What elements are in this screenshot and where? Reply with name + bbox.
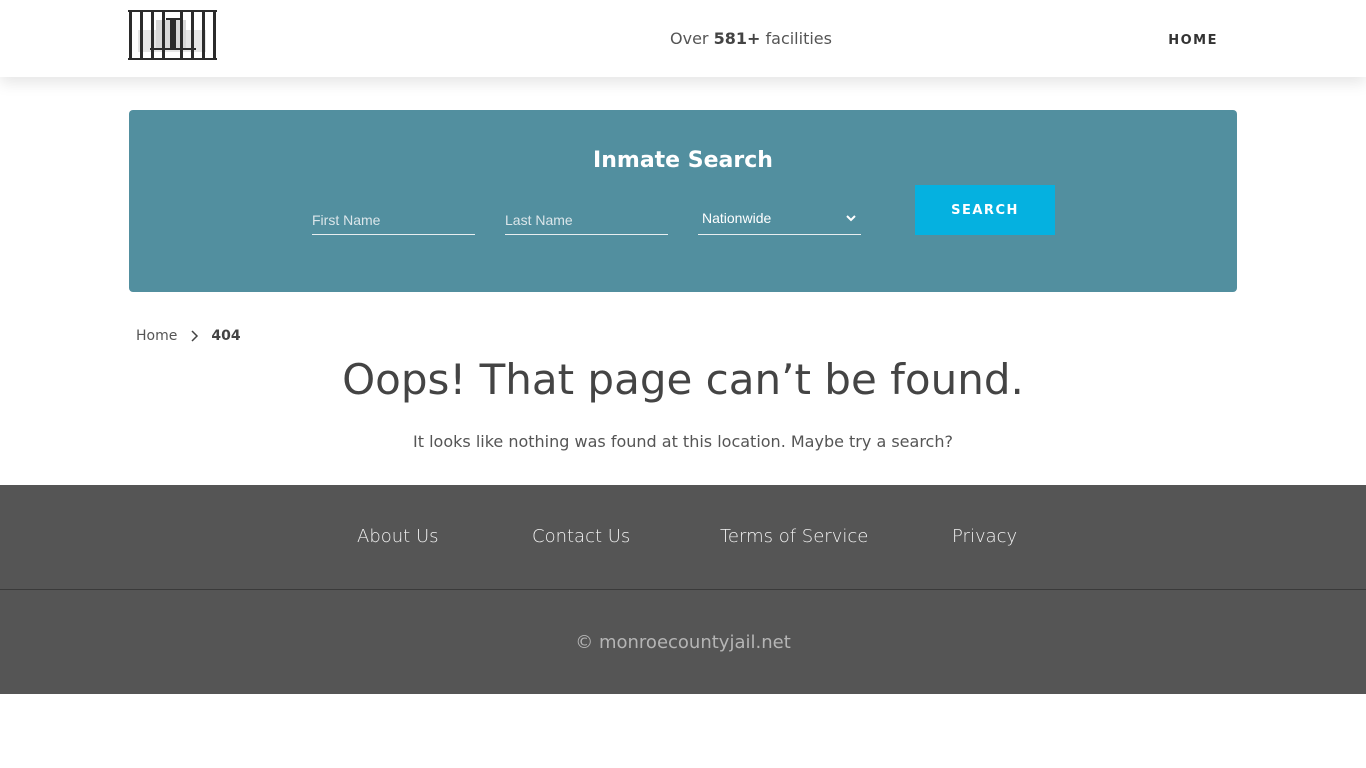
nav-home-link[interactable]: HOME <box>1168 33 1218 48</box>
inmate-search-panel: Inmate Search Nationwide SEARCH <box>129 110 1237 292</box>
copyright-text: © monroecountyjail.net <box>575 632 791 653</box>
scope-select-value: Nationwide <box>702 210 772 226</box>
facilities-count-text: Over 581+ facilities <box>0 29 1366 48</box>
chevron-down-icon <box>846 215 856 222</box>
breadcrumb-current: 404 <box>211 328 241 344</box>
footer-link-terms[interactable]: Terms of Service <box>720 526 868 547</box>
scope-select[interactable]: Nationwide <box>698 206 861 235</box>
chevron-right-icon <box>191 330 199 342</box>
footer-links: About Us Contact Us Terms of Service Pri… <box>0 485 1366 589</box>
breadcrumb: Home 404 <box>136 328 241 344</box>
footer-link-contact[interactable]: Contact Us <box>532 526 630 547</box>
search-button[interactable]: SEARCH <box>915 185 1055 235</box>
facilities-prefix: Over <box>670 29 709 48</box>
footer-link-privacy[interactable]: Privacy <box>952 526 1017 547</box>
error-message: It looks like nothing was found at this … <box>413 432 953 451</box>
footer-link-about[interactable]: About Us <box>357 526 439 547</box>
last-name-input[interactable] <box>505 206 668 235</box>
page-title: Oops! That page can’t be found. <box>342 355 1024 404</box>
facilities-count: 581+ <box>713 29 761 48</box>
facilities-suffix: facilities <box>765 29 832 48</box>
footer-bottom: © monroecountyjail.net <box>0 589 1366 694</box>
breadcrumb-home-link[interactable]: Home <box>136 328 177 344</box>
site-header: Over 581+ facilities HOME <box>0 0 1366 77</box>
search-title: Inmate Search <box>593 148 773 173</box>
first-name-input[interactable] <box>312 206 475 235</box>
